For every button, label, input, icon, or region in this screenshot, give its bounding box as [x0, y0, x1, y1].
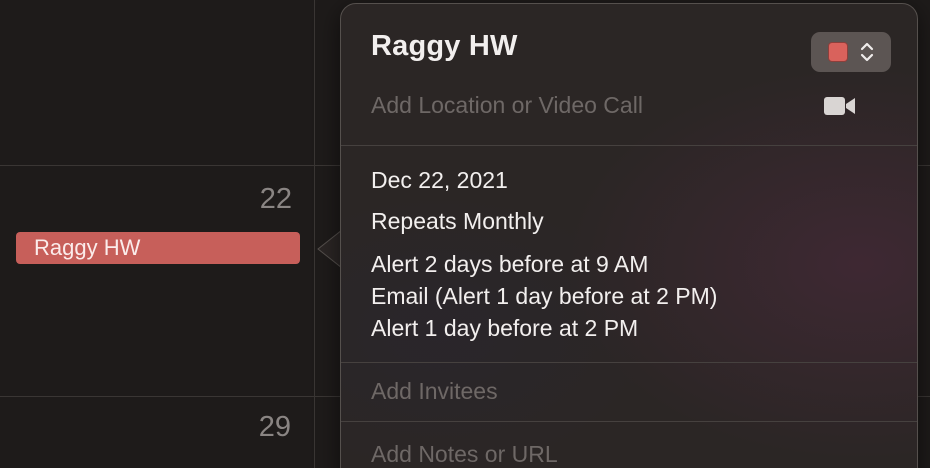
notes-input[interactable]: Add Notes or URL — [371, 441, 558, 468]
event-alert[interactable]: Alert 2 days before at 9 AM — [371, 251, 648, 278]
section-divider — [341, 145, 917, 146]
calendar-month-view: 22 29 Raggy HW Raggy HW Add Location or … — [0, 0, 930, 468]
calendar-color-picker[interactable] — [811, 32, 891, 72]
event-alert[interactable]: Email (Alert 1 day before at 2 PM) — [371, 283, 717, 310]
day-number[interactable]: 22 — [232, 183, 292, 216]
event-date[interactable]: Dec 22, 2021 — [371, 167, 508, 194]
event-detail-popover: Raggy HW Add Location or Video Call Dec … — [340, 3, 918, 468]
chevron-up-down-icon — [859, 39, 875, 70]
event-alert[interactable]: Alert 1 day before at 2 PM — [371, 315, 638, 342]
calendar-event-title: Raggy HW — [34, 235, 141, 260]
invitees-input[interactable]: Add Invitees — [371, 378, 498, 405]
event-title-field[interactable]: Raggy HW — [371, 30, 518, 63]
section-divider — [341, 421, 917, 422]
section-divider — [341, 362, 917, 363]
video-camera-icon[interactable] — [824, 96, 856, 121]
location-input[interactable]: Add Location or Video Call — [371, 92, 643, 119]
calendar-color-swatch — [828, 42, 848, 62]
day-number[interactable]: 29 — [231, 411, 291, 444]
grid-column-divider — [314, 0, 315, 468]
calendar-event[interactable]: Raggy HW — [16, 232, 300, 264]
event-repeat[interactable]: Repeats Monthly — [371, 208, 544, 235]
